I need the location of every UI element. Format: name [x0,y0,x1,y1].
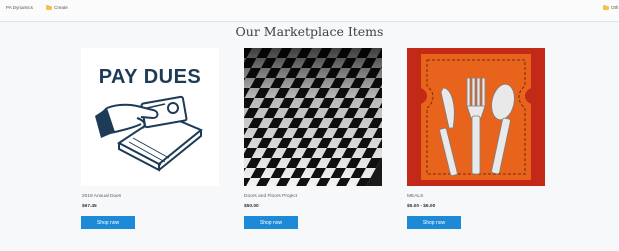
bookmark-pa-dynamics[interactable]: PA Dynamics [6,4,33,12]
marketplace-section: Our Marketplace Items PAY DUES 2019 Annu… [0,22,619,251]
bookmark-label: PA Dynamics [6,5,33,10]
bookmark-label: Create [54,5,68,10]
shop-now-button[interactable]: Shop now [407,216,461,229]
meals-cutlery-image [407,48,545,186]
hand-payment-icon [95,95,203,172]
folder-icon [46,5,52,10]
bookmarks-bar: PA Dynamics Create Oth [0,0,619,22]
product-price: $5.00 - $6.00 [407,204,436,209]
folder-icon [603,5,609,10]
product-name[interactable]: Doors and Floors Project [244,194,297,199]
product-price: $67.45 [82,204,97,209]
checkered-floor-image [244,48,382,186]
page-title: Our Marketplace Items [235,24,384,39]
product-price: $50.00 [244,204,259,209]
product-image-doors-floors[interactable] [244,48,382,186]
product-image-pay-dues[interactable]: PAY DUES [81,48,219,186]
bookmark-create[interactable]: Create [46,4,68,12]
product-name[interactable]: MEALS [407,194,423,199]
product-name[interactable]: 2019 Annual Dues [82,194,121,199]
product-image-meals[interactable] [407,48,545,186]
shop-now-button[interactable]: Shop now [81,216,135,229]
other-bookmarks-label: Oth [611,5,619,10]
other-bookmarks[interactable]: Oth [603,4,618,12]
shop-now-button[interactable]: Shop now [244,216,298,229]
